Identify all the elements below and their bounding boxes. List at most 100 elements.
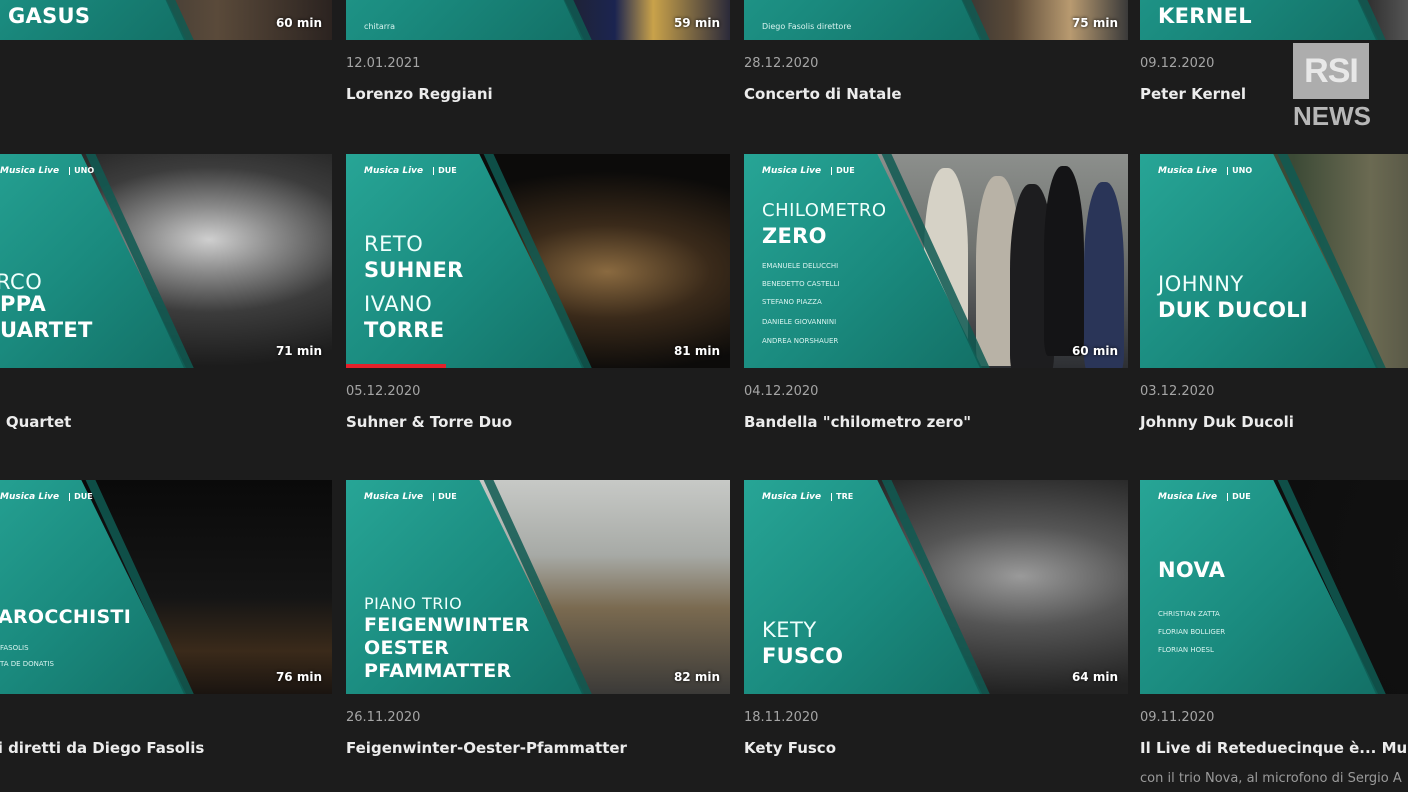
brand-logo: Musica Live DUE	[0, 492, 93, 502]
duration-badge: 76 min	[275, 670, 322, 684]
video-title[interactable]: Kety Fusco	[744, 739, 1128, 757]
brand-logo: Musica Live TRE	[762, 492, 854, 502]
video-thumbnail[interactable]: Musica Live DUE RETO SUHNER IVANO TORRE 8…	[346, 154, 730, 368]
video-thumbnail[interactable]: Musica Live DUE NOVA CHRISTIAN ZATTA FLOR…	[1140, 480, 1408, 694]
thumb-small: FASOLIS	[0, 644, 29, 652]
video-thumbnail[interactable]: Musica Live DUE AROCCHISTI FASOLIS TA DE …	[0, 480, 332, 694]
thumb-line3: IVANO	[364, 292, 433, 316]
thumb-line1: RETO	[364, 232, 424, 256]
video-card[interactable]: Musica Live DUE CHILOMETRO ZERO EMANUELE …	[744, 154, 1128, 431]
musician-name: CHRISTIAN ZATTA	[1158, 610, 1220, 618]
musician-name: FLORIAN BOLLIGER	[1158, 628, 1226, 636]
video-thumbnail[interactable]: Musica Live DUE PIANO TRIO FEIGENWINTER O…	[346, 480, 730, 694]
duration-badge: 82 min	[673, 670, 720, 684]
video-title[interactable]: Bandella "chilometro zero"	[744, 413, 1128, 431]
video-date: 04.12.2020	[744, 384, 819, 399]
brand-logo: Musica Live DUE	[1158, 492, 1251, 502]
thumb-line1: JOHNNY	[1158, 272, 1244, 296]
video-title[interactable]: Concerto di Natale	[744, 85, 1128, 103]
duration-badge: 75 min	[1071, 16, 1118, 30]
brand-logo: Musica Live DUE	[364, 492, 457, 502]
brand-logo: Musica Live UNO	[1158, 166, 1253, 176]
thumb-line1: KETY	[762, 618, 817, 642]
rsi-logo-news: NEWS	[1293, 101, 1371, 131]
video-date: 020	[0, 710, 332, 725]
video-card[interactable]: Diego Fasolis direttore 75 min 28.12.202…	[744, 0, 1128, 103]
musician-name: BENEDETTO CASTELLI	[762, 280, 840, 288]
brand-logo: Musica Live UNO	[0, 166, 95, 176]
thumb-line1: AROCCHISTI	[0, 606, 132, 628]
musician-name: EMANUELE DELUCCHI	[762, 262, 839, 270]
duration-badge: 60 min	[1071, 344, 1118, 358]
video-date: 28.12.2020	[744, 56, 819, 71]
thumb-line1: CHILOMETRO	[762, 200, 887, 221]
video-thumbnail[interactable]: Diego Fasolis direttore 75 min	[744, 0, 1128, 40]
video-date: 18.11.2020	[744, 710, 819, 725]
video-card[interactable]: Musica LiveUNO RCO PPA UARTET 71 min 020…	[0, 154, 332, 431]
video-title[interactable]: cchisti diretti da Diego Fasolis	[0, 739, 332, 757]
thumb-subtitle: chitarra	[364, 22, 396, 31]
thumb-line1: RCO	[0, 270, 43, 294]
thumb-line2: PPA	[0, 292, 47, 316]
duration-badge: 71 min	[275, 344, 322, 358]
duration-badge: 81 min	[673, 344, 720, 358]
video-card[interactable]: chitarra 59 min 12.01.2021 Lorenzo Reggi…	[346, 0, 730, 103]
video-date: 03.12.2020	[1140, 384, 1215, 399]
musician-name: FLORIAN HOESL	[1158, 646, 1214, 654]
musician-name: STEFANO PIAZZA	[762, 298, 822, 306]
video-title[interactable]: Il Live di Reteduecinque è... Musica	[1140, 739, 1408, 757]
video-title[interactable]: Suhner & Torre Duo	[346, 413, 730, 431]
video-card[interactable]: Musica Live UNO JOHNNY DUK DUCOLI 03.12.2…	[1140, 154, 1408, 431]
thumb-line2: FEIGENWINTER	[364, 614, 530, 636]
thumb-line1: PIANO TRIO	[364, 594, 463, 613]
thumb-line2: ZERO	[762, 224, 827, 248]
video-title[interactable]: us	[0, 85, 332, 103]
thumb-line4: PFAMMATTER	[364, 660, 512, 682]
duration-badge: 64 min	[1071, 670, 1118, 684]
rsi-logo-box: RSI	[1293, 43, 1369, 99]
video-title[interactable]: Feigenwinter-Oester-Pfammatter	[346, 739, 730, 757]
video-thumbnail[interactable]: chitarra 59 min	[346, 0, 730, 40]
thumb-line2: SUHNER	[364, 258, 464, 282]
thumb-line1: NOVA	[1158, 558, 1226, 582]
video-card[interactable]: Musica Live DUE PIANO TRIO FEIGENWINTER O…	[346, 480, 730, 757]
video-thumbnail[interactable]: Musica Live DUE CHILOMETRO ZERO EMANUELE …	[744, 154, 1128, 368]
video-thumbnail[interactable]: KERNEL	[1140, 0, 1408, 40]
video-date: 021	[0, 56, 332, 71]
video-card[interactable]: GASUS 60 min 021 us	[0, 0, 332, 103]
musician-name: DANIELE GIOVANNINI	[762, 318, 837, 326]
thumb-line4: TORRE	[364, 318, 445, 342]
video-title[interactable]: Zappa Quartet	[0, 413, 332, 431]
video-thumbnail[interactable]: GASUS 60 min	[0, 0, 332, 40]
thumb-line3: OESTER	[364, 637, 450, 659]
thumb-line3: UARTET	[0, 318, 93, 342]
thumb-title: GASUS	[8, 4, 91, 28]
video-card[interactable]: Musica Live DUE RETO SUHNER IVANO TORRE 8…	[346, 154, 730, 431]
video-card[interactable]: Musica Live TRE KETY FUSCO 64 min 18.11.2…	[744, 480, 1128, 757]
rsi-news-logo: RSI NEWS	[1293, 43, 1371, 132]
thumb-title: KERNEL	[1158, 4, 1252, 28]
video-title[interactable]: Lorenzo Reggiani	[346, 85, 730, 103]
thumb-line2: FUSCO	[762, 644, 844, 668]
brand-logo: Musica Live DUE	[762, 166, 855, 176]
video-date: 12.01.2021	[346, 56, 421, 71]
brand-logo: Musica Live DUE	[364, 166, 457, 176]
video-date: 26.11.2020	[346, 710, 421, 725]
video-card[interactable]: Musica Live DUE AROCCHISTI FASOLIS TA DE …	[0, 480, 332, 757]
video-thumbnail[interactable]: Musica Live UNO JOHNNY DUK DUCOLI	[1140, 154, 1408, 368]
video-description: con il trio Nova, al microfono di Sergio…	[1140, 771, 1402, 786]
duration-badge: 60 min	[275, 16, 322, 30]
video-date: 05.12.2020	[346, 384, 421, 399]
duration-badge: 59 min	[673, 16, 720, 30]
watch-progress-bar	[346, 364, 446, 368]
thumb-subtitle: Diego Fasolis direttore	[762, 22, 852, 31]
video-thumbnail[interactable]: Musica Live UNO RCO PPA UARTET 71 min	[0, 154, 332, 368]
video-title[interactable]: Johnny Duk Ducoli	[1140, 413, 1408, 431]
thumb-line2: DUK DUCOLI	[1158, 298, 1309, 322]
thumb-small: TA DE DONATIS	[0, 660, 54, 668]
video-grid: GASUS 60 min 021 us chitarra 59 min 12.0…	[0, 0, 1408, 792]
musician-name: ANDREA NORSHAUER	[762, 337, 839, 345]
video-date: 09.11.2020	[1140, 710, 1215, 725]
video-card[interactable]: Musica Live DUE NOVA CHRISTIAN ZATTA FLOR…	[1140, 480, 1408, 786]
video-thumbnail[interactable]: Musica Live TRE KETY FUSCO 64 min	[744, 480, 1128, 694]
